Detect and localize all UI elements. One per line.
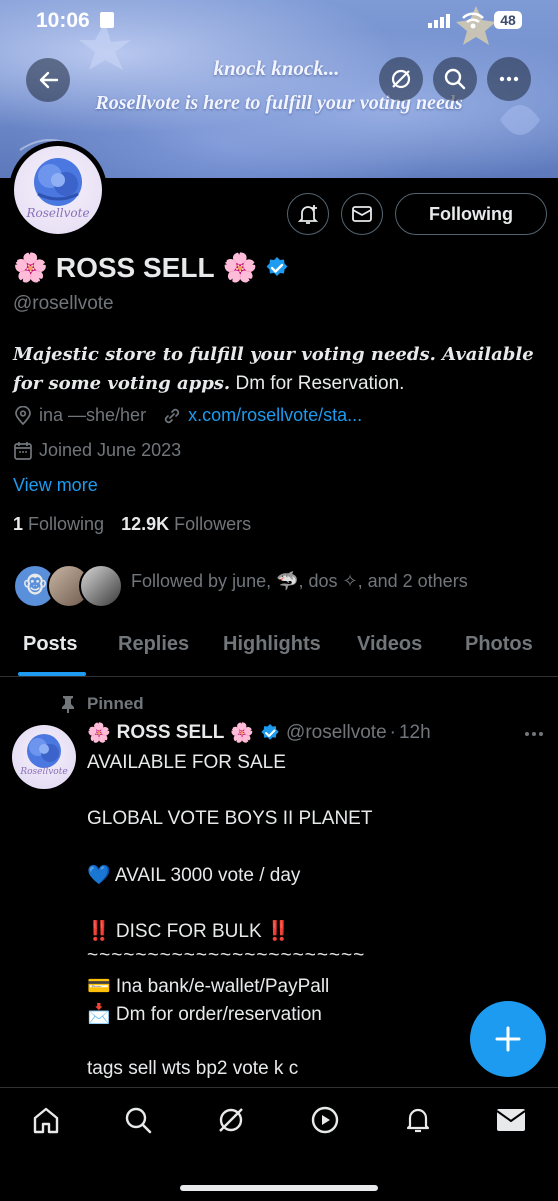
messages-icon bbox=[496, 1109, 526, 1131]
tab-videos[interactable]: Videos bbox=[357, 633, 422, 656]
avatar-text: Rosellvote bbox=[26, 206, 90, 220]
profile-joined-row: Joined June 2023 bbox=[13, 440, 181, 461]
post-text-line: AVAILABLE FOR SALE bbox=[87, 752, 286, 773]
bell-icon bbox=[406, 1108, 430, 1133]
wifi-icon bbox=[462, 12, 484, 29]
post-text-line: 📩 Dm for order/reservation bbox=[87, 1004, 322, 1025]
blue-rose-graphic bbox=[34, 158, 82, 206]
view-more-link[interactable]: View more bbox=[13, 475, 98, 496]
post-text-line: GLOBAL VOTE BOYS II PLANET bbox=[87, 808, 373, 829]
grok-icon bbox=[391, 69, 411, 89]
tab-replies[interactable]: Replies bbox=[118, 633, 189, 656]
nav-grok[interactable] bbox=[211, 1100, 251, 1140]
post-author-name[interactable]: ROSS SELL bbox=[117, 722, 225, 744]
avatar[interactable]: Rosellvote bbox=[9, 141, 107, 239]
pinned-label: Pinned bbox=[60, 694, 144, 714]
profile-website-link[interactable]: x.com/rosellvote/sta... bbox=[188, 405, 362, 426]
tab-posts[interactable]: Posts bbox=[23, 633, 77, 656]
profile-handle: @rosellvote bbox=[13, 293, 114, 314]
tab-highlights[interactable]: Highlights bbox=[223, 633, 321, 656]
post-time[interactable]: 12h bbox=[399, 722, 431, 744]
post-text-line: ~~~~~~~~~~~~~~~~~~~~~~~ bbox=[87, 945, 366, 966]
tabs-divider bbox=[0, 676, 558, 677]
search-icon bbox=[125, 1107, 152, 1134]
followed-by-text[interactable]: Followed by june, 🦈, dos ✧, and 2 others bbox=[131, 571, 468, 592]
pin-icon bbox=[62, 696, 74, 713]
back-button[interactable] bbox=[26, 58, 70, 102]
calendar-icon bbox=[14, 441, 32, 460]
post-text-line: 💳 Ina bank/e-wallet/PayPall bbox=[87, 976, 330, 997]
add-notification-icon bbox=[297, 205, 319, 224]
profile-bio: Majestic store to fulfill your voting ne… bbox=[13, 340, 553, 398]
verified-icon bbox=[266, 256, 288, 276]
blue-rose-graphic-small bbox=[27, 734, 61, 768]
bio-plain: Dm for Reservation. bbox=[230, 373, 405, 394]
nav-home[interactable] bbox=[26, 1100, 66, 1140]
more-icon bbox=[499, 76, 519, 82]
signal-icon bbox=[428, 14, 450, 28]
profile-meta-row: ina —she/her x.com/rosellvote/sta... bbox=[13, 405, 362, 426]
following-button[interactable]: Following bbox=[395, 193, 547, 235]
banner-line-2: Rosellvote is here to fulfill your votin… bbox=[95, 92, 463, 114]
post-text-line: ‼️ DISC FOR BULK ‼️ bbox=[87, 921, 291, 942]
followers-you-know-avatars[interactable]: 🐵 bbox=[13, 562, 123, 608]
home-icon bbox=[33, 1107, 59, 1134]
link-icon bbox=[164, 408, 180, 423]
verified-icon bbox=[261, 724, 279, 740]
post-author-avatar[interactable]: Rosellvote bbox=[12, 725, 76, 789]
name-emoji-left: 🌸 bbox=[13, 252, 48, 283]
avatar-image: Rosellvote bbox=[14, 146, 102, 234]
profile-joined: Joined June 2023 bbox=[39, 440, 182, 460]
follow-counts: 1 Following 12.9K Followers bbox=[13, 514, 251, 535]
mail-icon bbox=[352, 206, 372, 222]
location-icon bbox=[15, 405, 31, 425]
more-button[interactable] bbox=[487, 57, 531, 101]
search-button[interactable] bbox=[433, 57, 477, 101]
compose-icon bbox=[495, 1026, 521, 1052]
nav-notifications[interactable] bbox=[398, 1100, 438, 1140]
grok-button[interactable] bbox=[379, 57, 423, 101]
video-icon bbox=[311, 1106, 339, 1134]
tab-photos[interactable]: Photos bbox=[465, 633, 533, 656]
profile-location: ina —she/her bbox=[39, 405, 147, 425]
status-time: 10:06 bbox=[36, 9, 90, 32]
post-header: 🌸 ROSS SELL 🌸 @rosellvote · 12h bbox=[87, 722, 431, 744]
post-text-line: 💙 AVAIL 3000 vote / day bbox=[87, 865, 301, 886]
nav-messages[interactable] bbox=[491, 1100, 531, 1140]
post-more-icon[interactable] bbox=[524, 731, 544, 737]
grok-icon bbox=[219, 1108, 243, 1132]
message-button[interactable] bbox=[341, 193, 383, 235]
nav-search[interactable] bbox=[118, 1100, 158, 1140]
compose-button[interactable] bbox=[470, 1001, 546, 1077]
battery-icon: 48 bbox=[494, 11, 522, 29]
back-arrow-icon bbox=[39, 71, 59, 89]
home-indicator bbox=[180, 1185, 378, 1191]
following-stat[interactable]: 1 Following bbox=[13, 514, 104, 534]
search-icon bbox=[444, 68, 466, 90]
bottom-nav bbox=[0, 1087, 558, 1201]
name-emoji-right: 🌸 bbox=[222, 252, 258, 283]
post-handle[interactable]: @rosellvote bbox=[286, 722, 387, 744]
follower-avatar-3 bbox=[79, 564, 123, 608]
profile-name-text: ROSS SELL bbox=[55, 251, 215, 283]
status-sim-icon bbox=[100, 12, 114, 28]
profile-name: 🌸 ROSS SELL 🌸 bbox=[13, 251, 289, 284]
followers-stat[interactable]: 12.9K Followers bbox=[121, 514, 251, 534]
nav-videos[interactable] bbox=[305, 1100, 345, 1140]
post-text-line: tags sell wts bp2 vote k c bbox=[87, 1058, 299, 1079]
notify-button[interactable] bbox=[287, 193, 329, 235]
